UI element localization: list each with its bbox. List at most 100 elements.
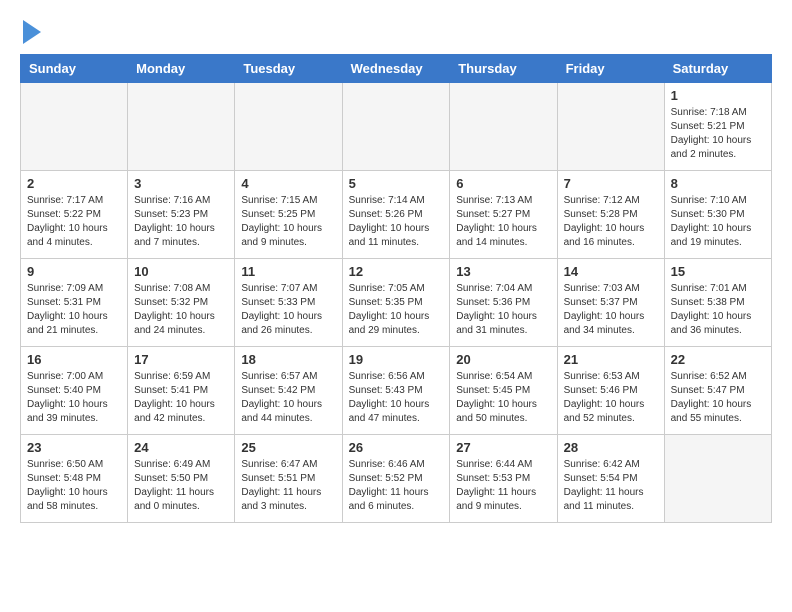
calendar-cell: 24 Sunrise: 6:49 AM Sunset: 5:50 PM Dayli… [128, 435, 235, 523]
day-info: Sunrise: 7:13 AM Sunset: 5:27 PM Dayligh… [456, 194, 550, 250]
day-number: 15 [671, 264, 765, 279]
day-number: 28 [564, 440, 658, 455]
day-number: 22 [671, 352, 765, 367]
weekday-header-tuesday: Tuesday [235, 55, 342, 83]
day-info: Sunrise: 6:49 AM Sunset: 5:50 PM Dayligh… [134, 458, 228, 514]
weekday-header-thursday: Thursday [450, 55, 557, 83]
day-info: Sunrise: 6:52 AM Sunset: 5:47 PM Dayligh… [671, 370, 765, 426]
day-info: Sunrise: 7:01 AM Sunset: 5:38 PM Dayligh… [671, 282, 765, 338]
day-info: Sunrise: 7:10 AM Sunset: 5:30 PM Dayligh… [671, 194, 765, 250]
day-info: Sunrise: 6:44 AM Sunset: 5:53 PM Dayligh… [456, 458, 550, 514]
calendar-cell: 22 Sunrise: 6:52 AM Sunset: 5:47 PM Dayli… [664, 347, 771, 435]
day-info: Sunrise: 6:46 AM Sunset: 5:52 PM Dayligh… [349, 458, 444, 514]
day-info: Sunrise: 6:57 AM Sunset: 5:42 PM Dayligh… [241, 370, 335, 426]
day-number: 12 [349, 264, 444, 279]
day-info: Sunrise: 7:08 AM Sunset: 5:32 PM Dayligh… [134, 282, 228, 338]
day-number: 23 [27, 440, 121, 455]
calendar-cell: 20 Sunrise: 6:54 AM Sunset: 5:45 PM Dayli… [450, 347, 557, 435]
day-number: 19 [349, 352, 444, 367]
day-number: 27 [456, 440, 550, 455]
day-number: 3 [134, 176, 228, 191]
day-info: Sunrise: 7:04 AM Sunset: 5:36 PM Dayligh… [456, 282, 550, 338]
day-number: 13 [456, 264, 550, 279]
calendar-cell: 3 Sunrise: 7:16 AM Sunset: 5:23 PM Daylig… [128, 171, 235, 259]
calendar-cell [235, 83, 342, 171]
calendar-cell: 5 Sunrise: 7:14 AM Sunset: 5:26 PM Daylig… [342, 171, 450, 259]
calendar-cell: 21 Sunrise: 6:53 AM Sunset: 5:46 PM Dayli… [557, 347, 664, 435]
calendar-cell: 12 Sunrise: 7:05 AM Sunset: 5:35 PM Dayli… [342, 259, 450, 347]
day-number: 8 [671, 176, 765, 191]
day-info: Sunrise: 7:07 AM Sunset: 5:33 PM Dayligh… [241, 282, 335, 338]
calendar-cell: 14 Sunrise: 7:03 AM Sunset: 5:37 PM Dayli… [557, 259, 664, 347]
day-number: 21 [564, 352, 658, 367]
calendar-cell [557, 83, 664, 171]
day-info: Sunrise: 6:54 AM Sunset: 5:45 PM Dayligh… [456, 370, 550, 426]
day-info: Sunrise: 7:05 AM Sunset: 5:35 PM Dayligh… [349, 282, 444, 338]
day-info: Sunrise: 7:14 AM Sunset: 5:26 PM Dayligh… [349, 194, 444, 250]
day-info: Sunrise: 6:47 AM Sunset: 5:51 PM Dayligh… [241, 458, 335, 514]
day-number: 7 [564, 176, 658, 191]
day-number: 20 [456, 352, 550, 367]
calendar-cell: 23Sunrise: 6:50 AM Sunset: 5:48 PM Dayli… [21, 435, 128, 523]
calendar-cell: 2 Sunrise: 7:17 AM Sunset: 5:22 PM Daylig… [21, 171, 128, 259]
day-number: 4 [241, 176, 335, 191]
day-info: Sunrise: 6:42 AM Sunset: 5:54 PM Dayligh… [564, 458, 658, 514]
day-number: 14 [564, 264, 658, 279]
day-info: Sunrise: 6:59 AM Sunset: 5:41 PM Dayligh… [134, 370, 228, 426]
weekday-header-wednesday: Wednesday [342, 55, 450, 83]
weekday-header-friday: Friday [557, 55, 664, 83]
day-number: 5 [349, 176, 444, 191]
day-number: 6 [456, 176, 550, 191]
calendar-cell: 10 Sunrise: 7:08 AM Sunset: 5:32 PM Dayli… [128, 259, 235, 347]
day-info: Sunrise: 7:17 AM Sunset: 5:22 PM Dayligh… [27, 194, 121, 250]
week-row-3: 16Sunrise: 7:00 AM Sunset: 5:40 PM Dayli… [21, 347, 772, 435]
day-number: 24 [134, 440, 228, 455]
weekday-header-saturday: Saturday [664, 55, 771, 83]
logo [20, 20, 41, 44]
calendar-cell: 18 Sunrise: 6:57 AM Sunset: 5:42 PM Dayli… [235, 347, 342, 435]
calendar-cell: 13 Sunrise: 7:04 AM Sunset: 5:36 PM Dayli… [450, 259, 557, 347]
calendar-cell: 4 Sunrise: 7:15 AM Sunset: 5:25 PM Daylig… [235, 171, 342, 259]
day-info: Sunrise: 6:56 AM Sunset: 5:43 PM Dayligh… [349, 370, 444, 426]
calendar-cell: 7Sunrise: 7:12 AM Sunset: 5:28 PM Daylig… [557, 171, 664, 259]
day-number: 10 [134, 264, 228, 279]
day-info: Sunrise: 7:00 AM Sunset: 5:40 PM Dayligh… [27, 370, 121, 426]
calendar-cell: 8 Sunrise: 7:10 AM Sunset: 5:30 PM Daylig… [664, 171, 771, 259]
day-info: Sunrise: 7:09 AM Sunset: 5:31 PM Dayligh… [27, 282, 121, 338]
day-number: 1 [671, 88, 765, 103]
day-info: Sunrise: 7:16 AM Sunset: 5:23 PM Dayligh… [134, 194, 228, 250]
calendar-cell: 25Sunrise: 6:47 AM Sunset: 5:51 PM Dayli… [235, 435, 342, 523]
calendar-cell: 17Sunrise: 6:59 AM Sunset: 5:41 PM Dayli… [128, 347, 235, 435]
day-info: Sunrise: 7:18 AM Sunset: 5:21 PM Dayligh… [671, 106, 765, 162]
day-number: 18 [241, 352, 335, 367]
calendar-cell [128, 83, 235, 171]
calendar-cell: 1 Sunrise: 7:18 AM Sunset: 5:21 PM Daylig… [664, 83, 771, 171]
calendar-cell: 16Sunrise: 7:00 AM Sunset: 5:40 PM Dayli… [21, 347, 128, 435]
day-number: 2 [27, 176, 121, 191]
calendar-cell: 9 Sunrise: 7:09 AM Sunset: 5:31 PM Daylig… [21, 259, 128, 347]
calendar-table: SundayMondayTuesdayWednesdayThursdayFrid… [20, 54, 772, 523]
day-info: Sunrise: 7:15 AM Sunset: 5:25 PM Dayligh… [241, 194, 335, 250]
weekday-header-monday: Monday [128, 55, 235, 83]
calendar-cell: 19 Sunrise: 6:56 AM Sunset: 5:43 PM Dayli… [342, 347, 450, 435]
calendar-cell [21, 83, 128, 171]
weekday-header-sunday: Sunday [21, 55, 128, 83]
day-info: Sunrise: 6:53 AM Sunset: 5:46 PM Dayligh… [564, 370, 658, 426]
week-row-2: 9 Sunrise: 7:09 AM Sunset: 5:31 PM Daylig… [21, 259, 772, 347]
calendar-cell [342, 83, 450, 171]
calendar-cell: 6 Sunrise: 7:13 AM Sunset: 5:27 PM Daylig… [450, 171, 557, 259]
day-number: 9 [27, 264, 121, 279]
day-number: 11 [241, 264, 335, 279]
week-row-1: 2 Sunrise: 7:17 AM Sunset: 5:22 PM Daylig… [21, 171, 772, 259]
week-row-4: 23Sunrise: 6:50 AM Sunset: 5:48 PM Dayli… [21, 435, 772, 523]
logo-arrow-icon [23, 20, 41, 44]
day-info: Sunrise: 7:03 AM Sunset: 5:37 PM Dayligh… [564, 282, 658, 338]
calendar-header-row: SundayMondayTuesdayWednesdayThursdayFrid… [21, 55, 772, 83]
calendar-cell [450, 83, 557, 171]
page-header [20, 20, 772, 44]
week-row-0: 1 Sunrise: 7:18 AM Sunset: 5:21 PM Daylig… [21, 83, 772, 171]
calendar-cell: 15 Sunrise: 7:01 AM Sunset: 5:38 PM Dayli… [664, 259, 771, 347]
calendar-cell: 11 Sunrise: 7:07 AM Sunset: 5:33 PM Dayli… [235, 259, 342, 347]
calendar-cell: 27 Sunrise: 6:44 AM Sunset: 5:53 PM Dayli… [450, 435, 557, 523]
day-number: 26 [349, 440, 444, 455]
